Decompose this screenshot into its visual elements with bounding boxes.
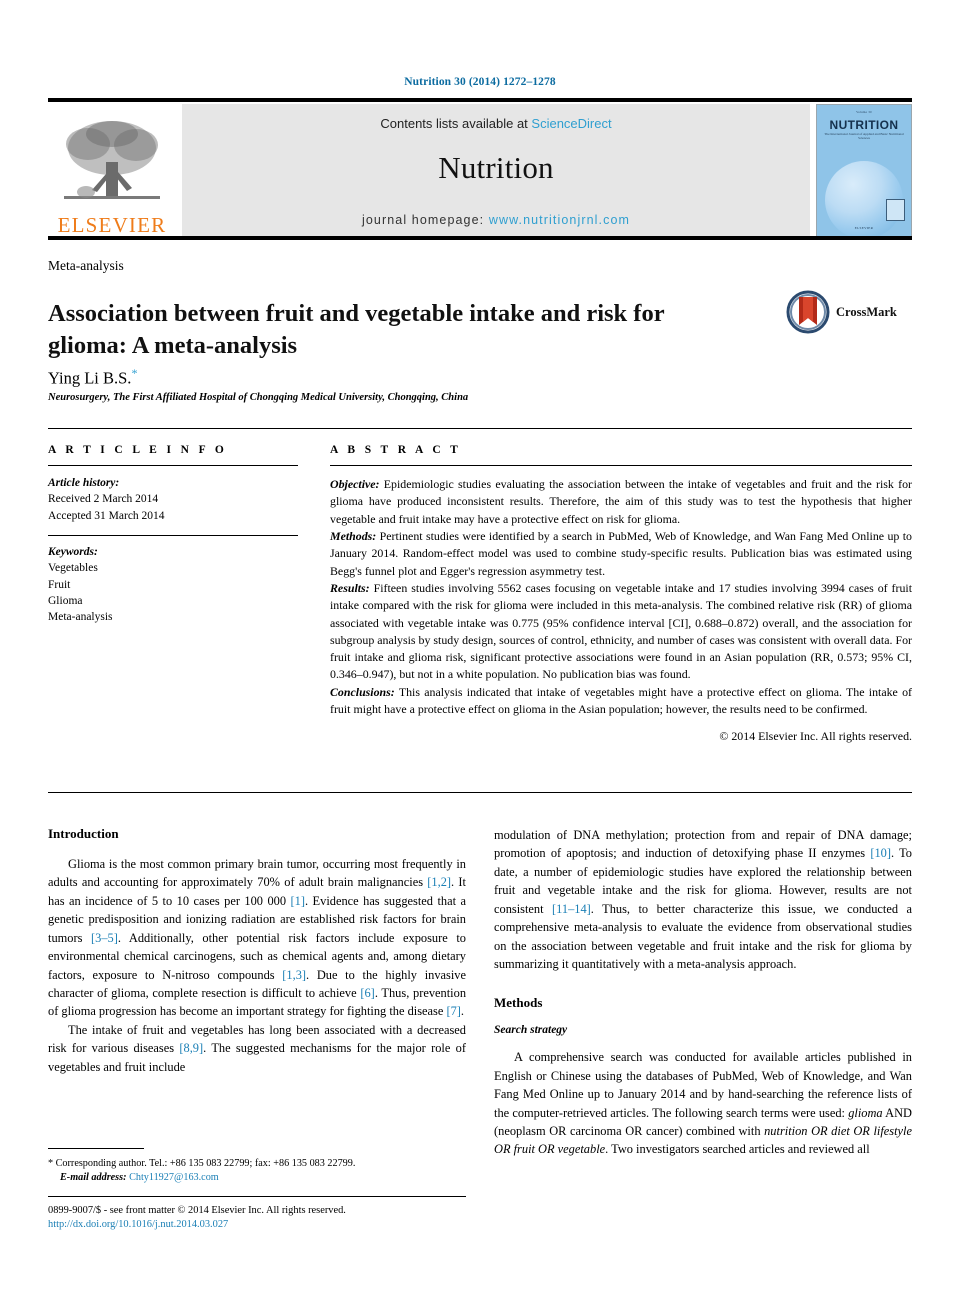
abstract-column: A B S T R A C T Objective: Epidemiologic… — [330, 444, 912, 746]
abstract-text-objective: Epidemiologic studies evaluating the ass… — [330, 477, 912, 526]
citation-ref[interactable]: [1] — [291, 894, 305, 908]
footer-rule — [48, 1196, 466, 1197]
citation-ref[interactable]: [11–14] — [552, 902, 591, 916]
citation-ref[interactable]: [6] — [360, 986, 374, 1000]
abstract-section-results: Results: Fifteen studies involving 5562 … — [330, 580, 912, 684]
footnote-block: * Corresponding author. Tel.: +86 135 08… — [48, 1157, 466, 1186]
journal-homepage-line: journal homepage: www.nutritionjrnl.com — [182, 213, 810, 227]
elsevier-logo: ELSEVIER — [48, 104, 176, 238]
abstract-section-methods: Methods: Pertinent studies were identifi… — [330, 528, 912, 580]
abstract-text-conclusions: This analysis indicated that intake of v… — [330, 684, 912, 717]
crossmark-icon — [786, 290, 830, 334]
author-name: Ying Li B.S. — [48, 368, 132, 388]
homepage-prefix: journal homepage: — [361, 213, 489, 227]
journal-band: Contents lists available at ScienceDirec… — [182, 104, 810, 238]
contents-available-line: Contents lists available at ScienceDirec… — [182, 116, 810, 131]
affiliation: Neurosurgery, The First Affiliated Hospi… — [48, 392, 469, 403]
article-page: Nutrition 30 (2014) 1272–1278 ELSEVIER C… — [0, 0, 960, 1290]
keyword-item: Glioma — [48, 594, 83, 607]
abstract-band-top-rule — [48, 428, 912, 429]
sciencedirect-link[interactable]: ScienceDirect — [531, 116, 611, 131]
article-history-received: Received 2 March 2014 — [48, 493, 159, 506]
citation-ref[interactable]: [1,2] — [427, 875, 451, 889]
abstract-lead-conclusions: Conclusions: — [330, 684, 395, 699]
masthead-bottom-rule — [48, 236, 912, 240]
keyword-item: Fruit — [48, 578, 71, 591]
methods-p1-c: . Two investigators searched articles an… — [605, 1142, 870, 1157]
abstract-text-methods: Pertinent studies were identified by a s… — [330, 528, 912, 578]
abstract-lead-objective: Objective: — [330, 477, 380, 491]
article-info-column: A R T I C L E I N F O Article history: R… — [48, 444, 298, 626]
section-heading-methods: Methods — [494, 995, 543, 1011]
cover-subtitle: The International Journal of Applied and… — [824, 132, 904, 141]
corresponding-author-marker[interactable]: * — [131, 366, 137, 380]
abstract-section-conclusions: Conclusions: This analysis indicated tha… — [330, 684, 912, 719]
article-history-accepted: Accepted 31 March 2014 — [48, 509, 165, 522]
intro-paragraph-3: modulation of DNA methylation; protectio… — [494, 826, 912, 973]
abstract-body: Objective: Epidemiologic studies evaluat… — [330, 476, 912, 746]
intro-p1-g: . — [460, 1004, 465, 1019]
citation-ref[interactable]: [3–5] — [91, 931, 118, 945]
article-info-rule — [48, 465, 298, 466]
abstract-rule — [330, 465, 912, 466]
journal-homepage-link[interactable]: www.nutritionjrnl.com — [489, 213, 630, 227]
footnote-rule — [48, 1148, 144, 1149]
article-info-heading: A R T I C L E I N F O — [48, 444, 228, 456]
body-column-right: modulation of DNA methylation; protectio… — [494, 826, 912, 1159]
intro-paragraph-1: Glioma is the most common primary brain … — [48, 855, 466, 1021]
article-type-label: Meta-analysis — [48, 258, 124, 273]
article-history-block: Article history: Received 2 March 2014 A… — [48, 475, 298, 524]
citation-ref[interactable]: [1,3] — [282, 968, 306, 982]
doi-link[interactable]: http://dx.doi.org/10.1016/j.nut.2014.03.… — [48, 1219, 548, 1230]
keywords-block: Keywords: Vegetables Fruit Glioma Meta-a… — [48, 544, 298, 626]
intro-p3-a: modulation of DNA methylation; protectio… — [494, 828, 912, 861]
citation-ref[interactable]: [10] — [870, 846, 891, 860]
cover-publisher: ELSEVIER — [854, 226, 874, 230]
crossmark-badge[interactable]: CrossMark — [786, 288, 912, 336]
abstract-section-objective: Objective: Epidemiologic studies evaluat… — [330, 476, 912, 528]
abstract-text-results: Fifteen studies involving 5562 cases foc… — [330, 580, 912, 682]
abstract-lead-methods: Methods: — [330, 528, 377, 543]
corresponding-author-note: * Corresponding author. Tel.: +86 135 08… — [48, 1157, 466, 1171]
footnote-email-line: E-mail address: Chty11927@163.com — [48, 1171, 466, 1185]
author-list: Ying Li B.S.* — [48, 366, 137, 389]
masthead-top-rule — [48, 98, 912, 102]
contents-prefix: Contents lists available at — [380, 116, 532, 131]
abstract-band-bottom-rule — [48, 792, 912, 793]
abstract-heading: A B S T R A C T — [330, 444, 462, 456]
running-head: Nutrition 30 (2014) 1272–1278 — [404, 76, 556, 88]
keyword-item: Vegetables — [48, 562, 98, 575]
page-title: Association between fruit and vegetable … — [48, 300, 665, 359]
search-term-glioma: glioma — [848, 1105, 883, 1120]
intro-paragraph-2: The intake of fruit and vegetables has l… — [48, 1021, 466, 1076]
subsection-heading-search-strategy: Search strategy — [494, 1024, 568, 1037]
methods-paragraph-1: A comprehensive search was conducted for… — [494, 1048, 912, 1159]
crossmark-label: CrossMark — [836, 304, 897, 319]
journal-title: Nutrition — [438, 150, 554, 185]
citation-ref[interactable]: [8,9] — [179, 1041, 203, 1055]
email-link[interactable]: Chty11927@163.com — [129, 1172, 219, 1183]
intro-p1-a: Glioma is the most common primary brain … — [48, 857, 466, 890]
cover-title: NUTRITION — [829, 118, 899, 132]
body-column-left: Introduction Glioma is the most common p… — [48, 826, 466, 1076]
abstract-copyright: © 2014 Elsevier Inc. All rights reserved… — [719, 729, 912, 744]
citation-ref[interactable]: [7] — [446, 1004, 460, 1018]
section-heading-introduction: Introduction — [48, 826, 119, 841]
keywords-rule — [48, 534, 298, 536]
abstract-lead-results: Results: — [330, 580, 370, 595]
journal-cover-thumbnail[interactable]: Volume 30 NUTRITION The International Jo… — [816, 104, 912, 238]
cover-badge-icon — [886, 199, 905, 221]
cover-volume-line: Volume 30 — [856, 110, 872, 114]
email-label: E-mail address: — [60, 1172, 127, 1184]
journal-masthead: ELSEVIER Contents lists available at Sci… — [48, 98, 912, 238]
keyword-item: Meta-analysis — [48, 611, 113, 624]
footnote-corresponding-text: Corresponding author. Tel.: +86 135 083 … — [53, 1158, 356, 1169]
issn-copyright-line: 0899-9007/$ - see front matter © 2014 El… — [48, 1205, 346, 1216]
article-history-label: Article history: — [48, 477, 120, 489]
elsevier-tree-icon — [64, 121, 160, 199]
elsevier-wordmark: ELSEVIER — [57, 213, 167, 237]
keywords-label: Keywords: — [48, 545, 98, 558]
